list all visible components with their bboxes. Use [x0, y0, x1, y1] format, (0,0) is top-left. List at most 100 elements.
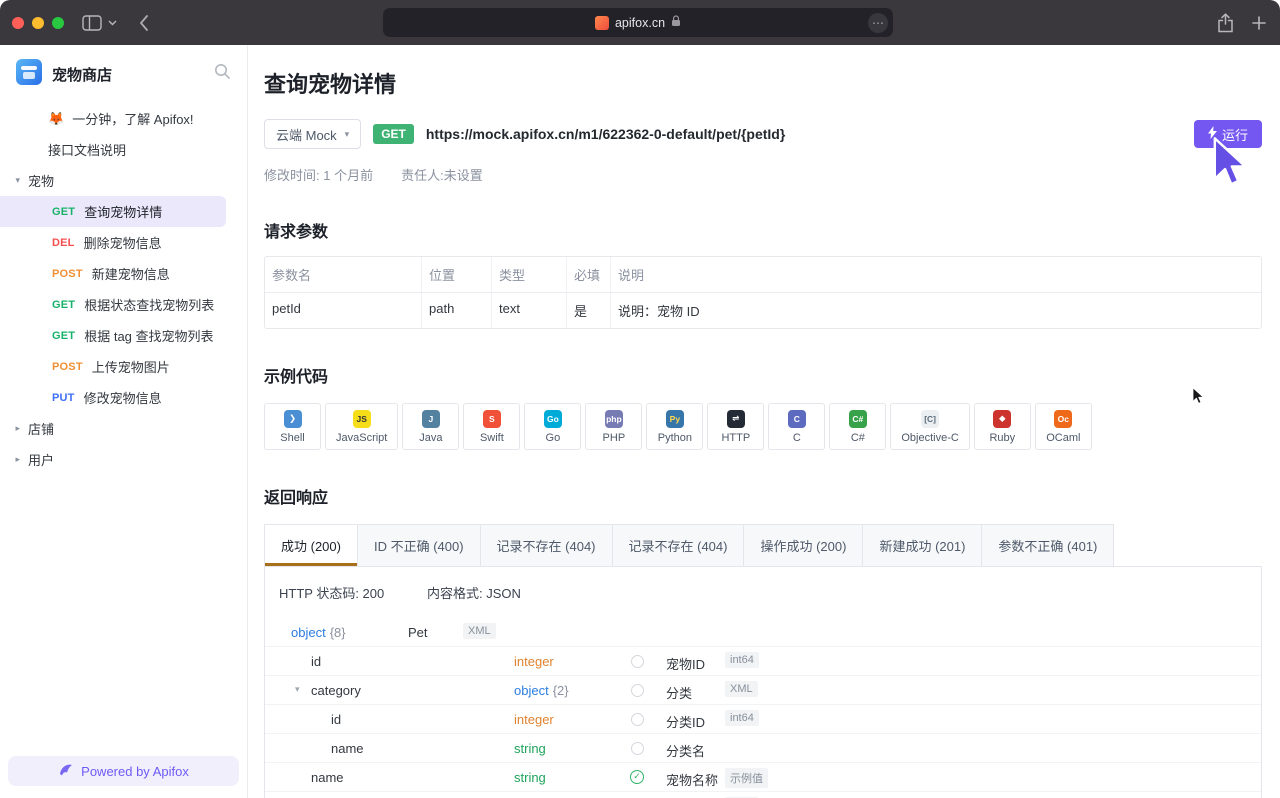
table-row[interactable]: petId path text 是 说明：宠物 ID — [265, 293, 1261, 328]
sidebar-item-label: 修改宠物信息 — [84, 388, 162, 407]
method-label: POST — [52, 361, 83, 373]
lang-swift-button[interactable]: S Swift — [463, 403, 520, 450]
sidebar-toggle-icon[interactable] — [82, 15, 102, 31]
sidebar-item-find-by-tag[interactable]: GET 根据 tag 查找宠物列表 — [0, 320, 247, 351]
run-button[interactable]: 运行 — [1194, 120, 1262, 148]
sidebar-item-update-pet[interactable]: PUT 修改宠物信息 — [0, 382, 247, 413]
sidebar-item-label: 查询宠物详情 — [84, 202, 162, 221]
tab-not-found-404-b[interactable]: 记录不存在 (404) — [612, 524, 745, 567]
minimize-window-button[interactable] — [32, 17, 44, 29]
lang-objc-button[interactable]: [C] Objective-C — [890, 403, 969, 450]
c-icon: C — [788, 410, 806, 428]
tab-not-found-404-a[interactable]: 记录不存在 (404) — [480, 524, 613, 567]
field-name: name — [311, 770, 344, 785]
lang-label: HTTP — [721, 432, 750, 444]
schema-row-name[interactable]: name string 宠物名称 示例值 — [265, 763, 1261, 792]
content-format: 内容格式: JSON — [427, 583, 521, 602]
lang-label: C# — [851, 432, 865, 444]
schema-row-category[interactable]: category object{2} 分类 XML — [265, 676, 1261, 705]
sidebar-header: 宠物商店 — [0, 45, 247, 103]
endpoint-bar: 云端 Mock GET https://mock.apifox.cn/m1/62… — [264, 119, 1262, 149]
field-title: Pet — [408, 625, 428, 640]
int64-badge: int64 — [725, 710, 759, 726]
type-text: integer — [514, 712, 554, 727]
lang-go-button[interactable]: Go Go — [524, 403, 581, 450]
chevron-down-icon[interactable] — [108, 20, 117, 26]
sidebar-group-pets[interactable]: 宠物 — [0, 165, 247, 196]
sidebar-item-upload-image[interactable]: POST 上传宠物图片 — [0, 351, 247, 382]
lang-ocaml-button[interactable]: Oc OCaml — [1035, 403, 1092, 450]
chevron-collapsed-icon — [0, 423, 28, 434]
lang-php-button[interactable]: php PHP — [585, 403, 642, 450]
lang-c-button[interactable]: C C — [768, 403, 825, 450]
sidebar-item-create-pet[interactable]: POST 新建宠物信息 — [0, 258, 247, 289]
tab-success-200[interactable]: 成功 (200) — [264, 524, 358, 567]
tab-bad-id-400[interactable]: ID 不正确 (400) — [357, 524, 481, 567]
close-window-button[interactable] — [12, 17, 24, 29]
param-location: path — [422, 293, 492, 328]
field-title: 分类ID — [666, 712, 705, 731]
powered-by-apifox[interactable]: Powered by Apifox — [8, 756, 239, 786]
example-value-badge[interactable]: 示例值 — [725, 768, 768, 788]
sidebar-item-delete-pet[interactable]: DEL 删除宠物信息 — [0, 227, 247, 258]
schema-row-category-id[interactable]: id integer 分类ID int64 — [265, 705, 1261, 734]
mock-env-value: 云端 Mock — [276, 125, 337, 144]
tab-bad-param-401[interactable]: 参数不正确 (401) — [981, 524, 1114, 567]
tab-created-201[interactable]: 新建成功 (201) — [862, 524, 982, 567]
method-label: GET — [52, 299, 75, 311]
sidebar-item-docs[interactable]: 接口文档说明 — [0, 134, 247, 165]
fullscreen-window-button[interactable] — [52, 17, 64, 29]
search-icon[interactable] — [214, 63, 231, 85]
lang-python-button[interactable]: Py Python — [646, 403, 703, 450]
chevron-down-icon[interactable] — [295, 684, 300, 695]
go-icon: Go — [544, 410, 562, 428]
ocaml-icon: Oc — [1054, 410, 1072, 428]
sidebar-item-label: 新建宠物信息 — [92, 264, 170, 283]
col-description: 说明 — [611, 257, 1261, 292]
mock-env-select[interactable]: 云端 Mock — [264, 119, 361, 149]
field-name: category — [311, 683, 361, 698]
type-text: string — [514, 741, 546, 756]
http-icon: ⇌ — [727, 410, 745, 428]
type-text: object — [291, 625, 326, 640]
fox-icon: 🦊 — [48, 111, 64, 127]
sidebar-item-intro[interactable]: 🦊 一分钟，了解 Apifox! — [0, 103, 247, 134]
schema-row-category-name[interactable]: name string 分类名 — [265, 734, 1261, 763]
back-button[interactable] — [139, 14, 149, 32]
response-schema: object{8} Pet XML id integer 宠物ID int64 … — [265, 618, 1261, 798]
endpoint-url: https://mock.apifox.cn/m1/622362-0-defau… — [426, 126, 785, 142]
chevron-expanded-icon — [0, 175, 28, 186]
sidebar-item-get-pet-detail[interactable]: GET 查询宠物详情 — [0, 196, 226, 227]
xml-badge[interactable]: XML — [725, 681, 758, 697]
schema-row-photourls[interactable]: photoUrls array[string] 照片URL XML — [265, 792, 1261, 798]
method-badge: GET — [373, 124, 414, 144]
owner: 责任人:未设置 — [401, 165, 483, 184]
lang-shell-button[interactable]: ❯ Shell — [264, 403, 321, 450]
new-tab-button[interactable] — [1252, 16, 1266, 30]
schema-row-root[interactable]: object{8} Pet XML — [265, 618, 1261, 647]
lang-ruby-button[interactable]: ◆ Ruby — [974, 403, 1031, 450]
lang-javascript-button[interactable]: JS JavaScript — [325, 403, 398, 450]
sidebar-group-users[interactable]: 用户 — [0, 444, 247, 475]
tab-label: ID 不正确 (400) — [374, 539, 464, 554]
active-tab-underline — [265, 563, 357, 566]
address-bar[interactable]: apifox.cn — [383, 8, 893, 37]
lang-csharp-button[interactable]: C# C# — [829, 403, 886, 450]
schema-row-id[interactable]: id integer 宠物ID int64 — [265, 647, 1261, 676]
lang-java-button[interactable]: J Java — [402, 403, 459, 450]
share-icon[interactable] — [1217, 13, 1234, 33]
more-options-button[interactable] — [868, 13, 888, 33]
tab-label: 记录不存在 (404) — [497, 539, 596, 554]
modified-time: 修改时间: 1 个月前 — [264, 165, 373, 184]
sidebar-group-store[interactable]: 店铺 — [0, 413, 247, 444]
site-favicon-icon — [595, 16, 609, 30]
sidebar-item-label: 删除宠物信息 — [84, 233, 162, 252]
sidebar-item-find-by-status[interactable]: GET 根据状态查找宠物列表 — [0, 289, 247, 320]
xml-badge[interactable]: XML — [463, 623, 496, 639]
method-label: PUT — [52, 392, 75, 404]
lang-http-button[interactable]: ⇌ HTTP — [707, 403, 764, 450]
field-name: id — [331, 712, 341, 727]
tab-label: 记录不存在 (404) — [629, 539, 728, 554]
response-panel: HTTP 状态码: 200 内容格式: JSON object{8} Pet X… — [264, 566, 1262, 798]
tab-op-success-200[interactable]: 操作成功 (200) — [743, 524, 863, 567]
